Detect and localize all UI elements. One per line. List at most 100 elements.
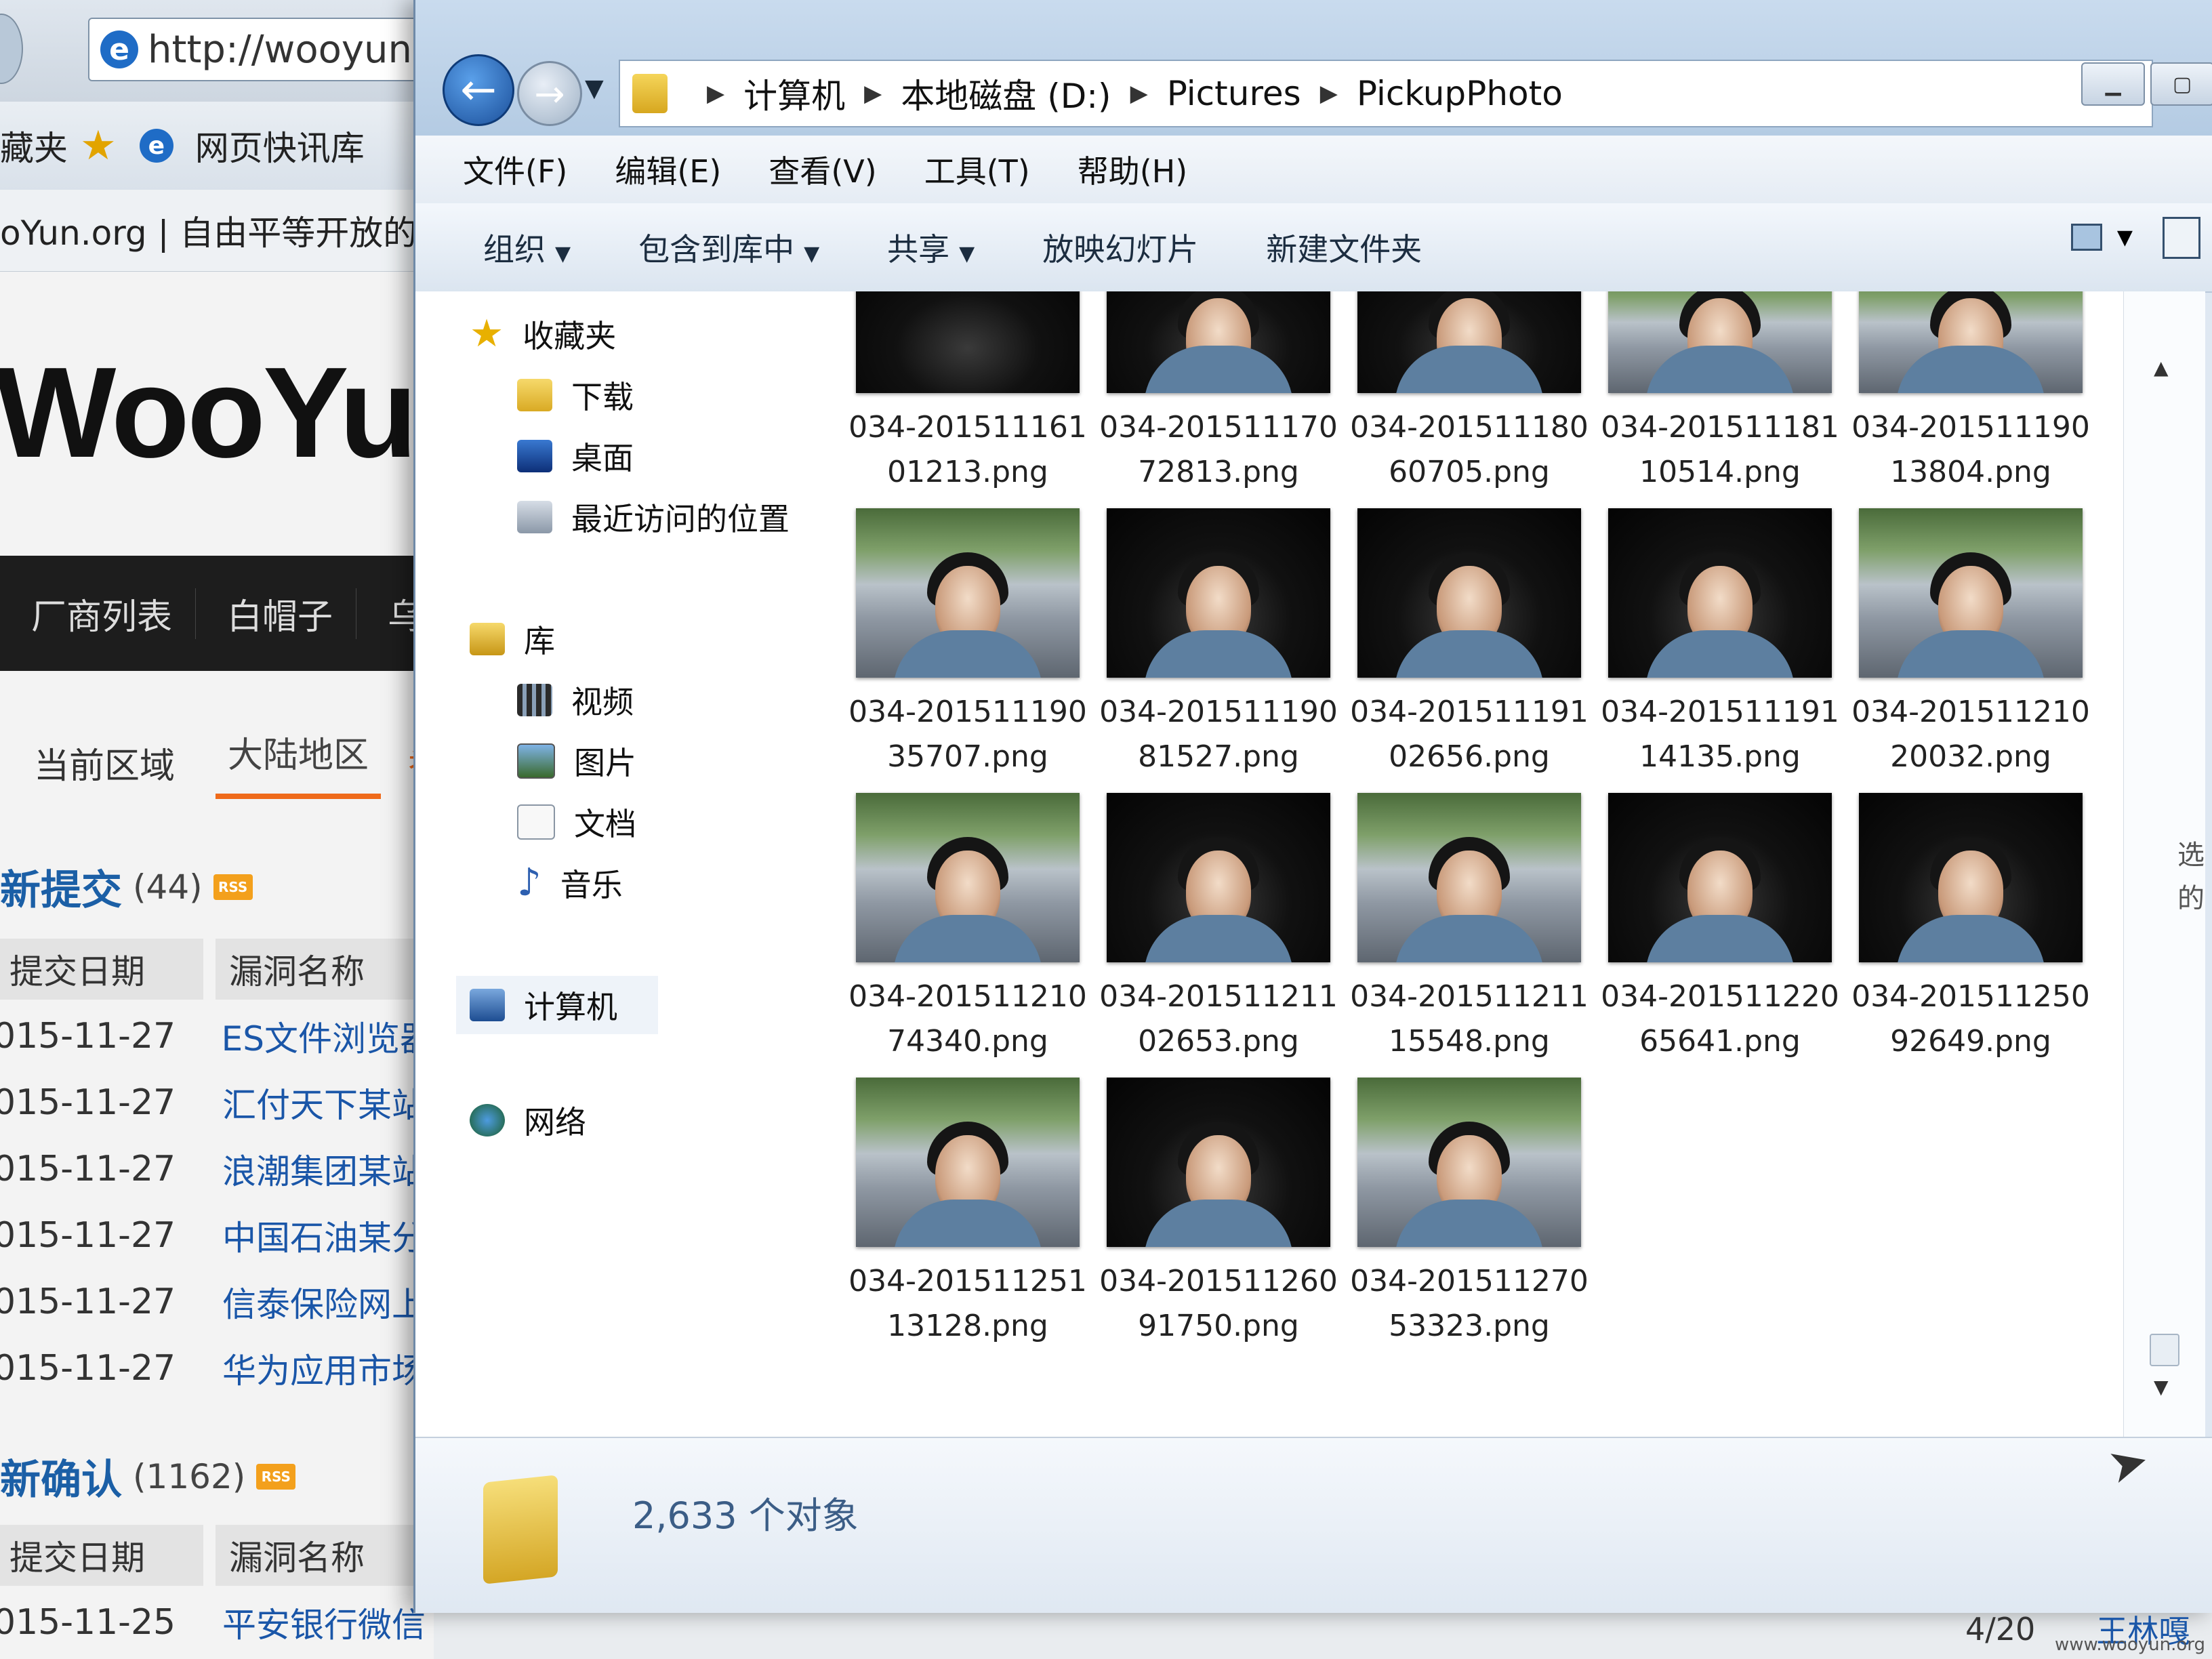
maximize-button[interactable]: ▢: [2150, 62, 2212, 106]
file-name[interactable]: 034-201511211 02653.png: [1097, 975, 1340, 1064]
nav-recent-places[interactable]: 最近访问的位置: [517, 495, 790, 539]
image-thumbnail[interactable]: [856, 291, 1080, 393]
image-thumbnail[interactable]: [1357, 508, 1581, 678]
file-name[interactable]: 034-201511210 20032.png: [1849, 690, 2093, 779]
browser-tab[interactable]: oYun.org | 自由平等开放的漏: [0, 190, 434, 272]
new-folder-button[interactable]: 新建文件夹: [1266, 225, 1422, 270]
menu-view[interactable]: 查看(V): [769, 147, 876, 192]
file-name[interactable]: 034-201511220 65641.png: [1598, 975, 1842, 1064]
browser-address-bar[interactable]: e http://wooyun.or: [88, 18, 434, 81]
file-tile[interactable]: 034-201511190 81527.png: [1097, 508, 1338, 793]
file-tile[interactable]: 034-201511251 13128.png: [846, 1078, 1087, 1362]
menu-help[interactable]: 帮助(H): [1078, 147, 1187, 192]
file-name[interactable]: 034-201511191 14135.png: [1598, 690, 1842, 779]
nav-whitehat[interactable]: 白帽子: [196, 588, 357, 639]
breadcrumb-pictures[interactable]: Pictures: [1167, 74, 1301, 113]
file-tile[interactable]: 034-201511260 91750.png: [1097, 1078, 1338, 1362]
file-name[interactable]: 034-201511161 01213.png: [846, 405, 1090, 495]
image-thumbnail[interactable]: [1107, 1078, 1330, 1247]
vulnerability-link[interactable]: 平安银行微信: [222, 1598, 426, 1647]
vulnerability-link[interactable]: 华为应用市场: [222, 1344, 426, 1393]
favorites-label[interactable]: 藏夹: [0, 121, 68, 170]
image-thumbnail[interactable]: [1859, 508, 2083, 678]
browser-back-button[interactable]: [0, 14, 23, 84]
file-name[interactable]: 034-201511191 02656.png: [1347, 690, 1591, 779]
nav-computer[interactable]: 计算机: [456, 976, 658, 1034]
image-thumbnail[interactable]: [1608, 793, 1832, 962]
image-thumbnail[interactable]: [1357, 1078, 1581, 1247]
file-name[interactable]: 034-201511270 53323.png: [1347, 1259, 1591, 1349]
file-tile[interactable]: 034-201511190 35707.png: [846, 508, 1087, 793]
breadcrumb-computer[interactable]: 计算机: [743, 69, 845, 118]
rss-icon[interactable]: RSS: [213, 874, 253, 900]
vulnerability-link[interactable]: 信泰保险网上: [222, 1277, 426, 1326]
file-tile[interactable]: 034-201511220 65641.png: [1598, 793, 1839, 1078]
menu-tools[interactable]: 工具(T): [924, 147, 1030, 192]
file-tile[interactable]: 034-201511211 02653.png: [1097, 793, 1338, 1078]
rss-icon[interactable]: RSS: [256, 1463, 296, 1490]
nav-pictures[interactable]: 图片: [517, 739, 636, 783]
include-in-library-button[interactable]: 包含到库中 ▼: [638, 225, 819, 270]
breadcrumb-pickupphoto[interactable]: PickupPhoto: [1357, 74, 1563, 113]
nav-vendor-list[interactable]: 厂商列表: [0, 588, 197, 639]
nav-network[interactable]: 网络: [470, 1098, 586, 1143]
image-thumbnail[interactable]: [1608, 508, 1832, 678]
nav-desktop[interactable]: 桌面: [517, 434, 634, 478]
file-name[interactable]: 034-201511170 72813.png: [1097, 405, 1340, 495]
menu-edit[interactable]: 编辑(E): [615, 147, 721, 192]
file-name[interactable]: 034-201511180 60705.png: [1347, 405, 1591, 495]
nav-libraries[interactable]: 库: [470, 617, 555, 661]
chevron-right-icon[interactable]: ▶: [1130, 80, 1148, 107]
file-name[interactable]: 034-201511210 74340.png: [846, 975, 1090, 1064]
file-tile[interactable]: 034-201511210 74340.png: [846, 793, 1087, 1078]
new-confirmed-title[interactable]: 新确认: [0, 1447, 122, 1506]
file-tile[interactable]: 034-201511250 92649.png: [1849, 793, 2090, 1078]
change-view-button[interactable]: ▼: [2070, 224, 2133, 251]
share-button[interactable]: 共享 ▼: [887, 225, 975, 270]
vulnerability-link[interactable]: 中国石油某分: [222, 1211, 426, 1260]
nav-videos[interactable]: 视频: [517, 678, 634, 722]
file-tile[interactable]: 034-201511191 02656.png: [1347, 508, 1589, 793]
image-thumbnail[interactable]: [856, 1078, 1080, 1247]
image-thumbnail[interactable]: [1859, 793, 2083, 962]
nav-favorites[interactable]: ★ 收藏夹: [470, 312, 616, 356]
image-thumbnail[interactable]: [1608, 291, 1832, 393]
nav-downloads[interactable]: 下载: [517, 373, 634, 417]
file-name[interactable]: 034-201511251 13128.png: [846, 1259, 1090, 1349]
star-icon[interactable]: ★: [80, 122, 117, 169]
image-thumbnail[interactable]: [1357, 291, 1581, 393]
minimize-button[interactable]: ▁: [2081, 62, 2145, 106]
nav-documents[interactable]: 文档: [517, 800, 636, 844]
new-submissions-title[interactable]: 新提交: [0, 857, 122, 916]
organize-button[interactable]: 组织 ▼: [483, 225, 571, 270]
preview-pane-button[interactable]: [2163, 217, 2200, 259]
breadcrumb-local-disk[interactable]: 本地磁盘 (D:): [901, 69, 1111, 118]
web-slice-gallery-link[interactable]: 网页快讯库: [195, 121, 365, 170]
region-tab-mainland[interactable]: 大陆地区: [216, 726, 382, 799]
forward-button[interactable]: →: [517, 61, 582, 126]
wooyun-logo[interactable]: WooYun: [0, 339, 434, 487]
image-thumbnail[interactable]: [1107, 291, 1330, 393]
address-bar[interactable]: ▶ 计算机 ▶ 本地磁盘 (D:) ▶ Pictures ▶ PickupPho…: [619, 60, 2153, 127]
back-button[interactable]: ←: [443, 54, 514, 126]
file-tile[interactable]: 034-201511191 14135.png: [1598, 508, 1839, 793]
image-thumbnail[interactable]: [1859, 291, 2083, 393]
menu-file[interactable]: 文件(F): [463, 147, 567, 192]
file-name[interactable]: 034-201511181 10514.png: [1598, 405, 1842, 495]
nav-music[interactable]: ♪ 音乐: [517, 861, 623, 905]
chevron-right-icon[interactable]: ▶: [707, 80, 724, 107]
image-thumbnail[interactable]: [856, 793, 1080, 962]
scrollbar-thumb[interactable]: [2150, 1334, 2179, 1366]
image-thumbnail[interactable]: [1107, 508, 1330, 678]
file-name[interactable]: 034-201511190 35707.png: [846, 690, 1090, 779]
file-name[interactable]: 034-201511260 91750.png: [1097, 1259, 1340, 1349]
file-name[interactable]: 034-201511190 13804.png: [1849, 405, 2093, 495]
image-thumbnail[interactable]: [1107, 793, 1330, 962]
scroll-up-icon[interactable]: ▲: [2154, 356, 2169, 379]
image-thumbnail[interactable]: [856, 508, 1080, 678]
vulnerability-link[interactable]: 浪潮集团某站: [222, 1145, 426, 1193]
vulnerability-link[interactable]: 汇付天下某站: [222, 1078, 426, 1127]
file-tile[interactable]: 034-201511211 15548.png: [1347, 793, 1589, 1078]
chevron-right-icon[interactable]: ▶: [1320, 80, 1338, 107]
file-name[interactable]: 034-201511190 81527.png: [1097, 690, 1340, 779]
